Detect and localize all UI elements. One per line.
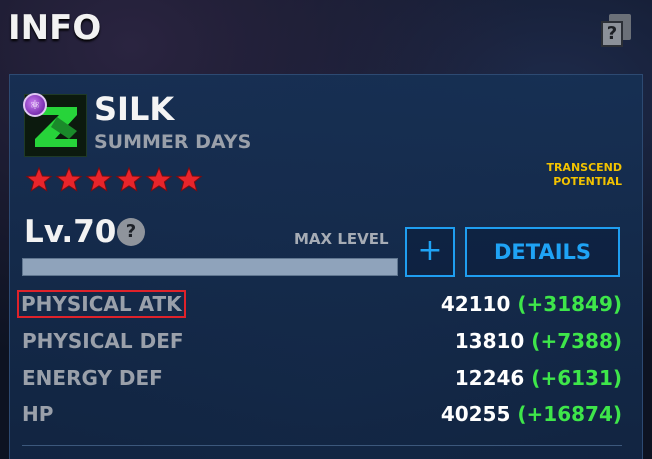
- hero-subtitle: SUMMER DAYS: [94, 131, 252, 153]
- stat-row-physical-atk: PHYSICAL ATK 42110 (+31849): [17, 290, 622, 322]
- star-rating: [25, 166, 203, 194]
- stat-value: 13810 (+7388): [455, 329, 622, 353]
- stat-base-value: 13810: [454, 329, 525, 353]
- max-level-label: MAX LEVEL: [294, 230, 389, 248]
- stat-bonus-value: (+7388): [531, 329, 622, 353]
- stat-row-physical-def: PHYSICAL DEF 13810 (+7388): [18, 329, 622, 359]
- stat-row-energy-def: ENERGY DEF 12246 (+6131): [18, 366, 622, 396]
- cosmic-class-icon: ⚛: [23, 93, 47, 117]
- stat-name: PHYSICAL ATK: [17, 290, 186, 318]
- page-title: INFO: [8, 8, 102, 48]
- star-icon: [85, 166, 113, 192]
- stat-value: 12246 (+6131): [455, 366, 622, 390]
- stat-name: ENERGY DEF: [22, 366, 163, 390]
- details-button[interactable]: DETAILS: [465, 227, 620, 277]
- level-progress-bar: [22, 258, 398, 276]
- level-progress-fill: [23, 259, 397, 275]
- stat-base-value: 42110: [440, 292, 511, 316]
- star-icon: [55, 166, 83, 192]
- star-icon: [145, 166, 173, 192]
- stat-row-hp: HP 40255 (+16874): [18, 402, 622, 432]
- stat-name: PHYSICAL DEF: [22, 329, 184, 353]
- star-icon: [175, 166, 203, 192]
- divider: [22, 445, 622, 446]
- stat-bonus-value: (+6131): [531, 366, 622, 390]
- level-help-icon[interactable]: ?: [117, 218, 145, 246]
- stat-base-value: 40255: [440, 402, 511, 426]
- level-label: Lv.70: [24, 214, 117, 250]
- transcend-potential-label: TRANSCEND POTENTIAL: [546, 161, 622, 188]
- stat-name: HP: [22, 402, 54, 426]
- star-icon: [115, 166, 143, 192]
- star-icon: [25, 166, 53, 192]
- stat-bonus-value: (+31849): [517, 292, 622, 316]
- stat-value: 42110 (+31849): [441, 292, 622, 316]
- hero-name: SILK: [94, 90, 175, 128]
- help-button[interactable]: ?: [601, 14, 631, 48]
- level-up-button[interactable]: +: [405, 227, 455, 277]
- stat-value: 40255 (+16874): [441, 402, 622, 426]
- stat-base-value: 12246: [454, 366, 525, 390]
- help-icon: ?: [601, 21, 623, 47]
- stat-bonus-value: (+16874): [517, 402, 622, 426]
